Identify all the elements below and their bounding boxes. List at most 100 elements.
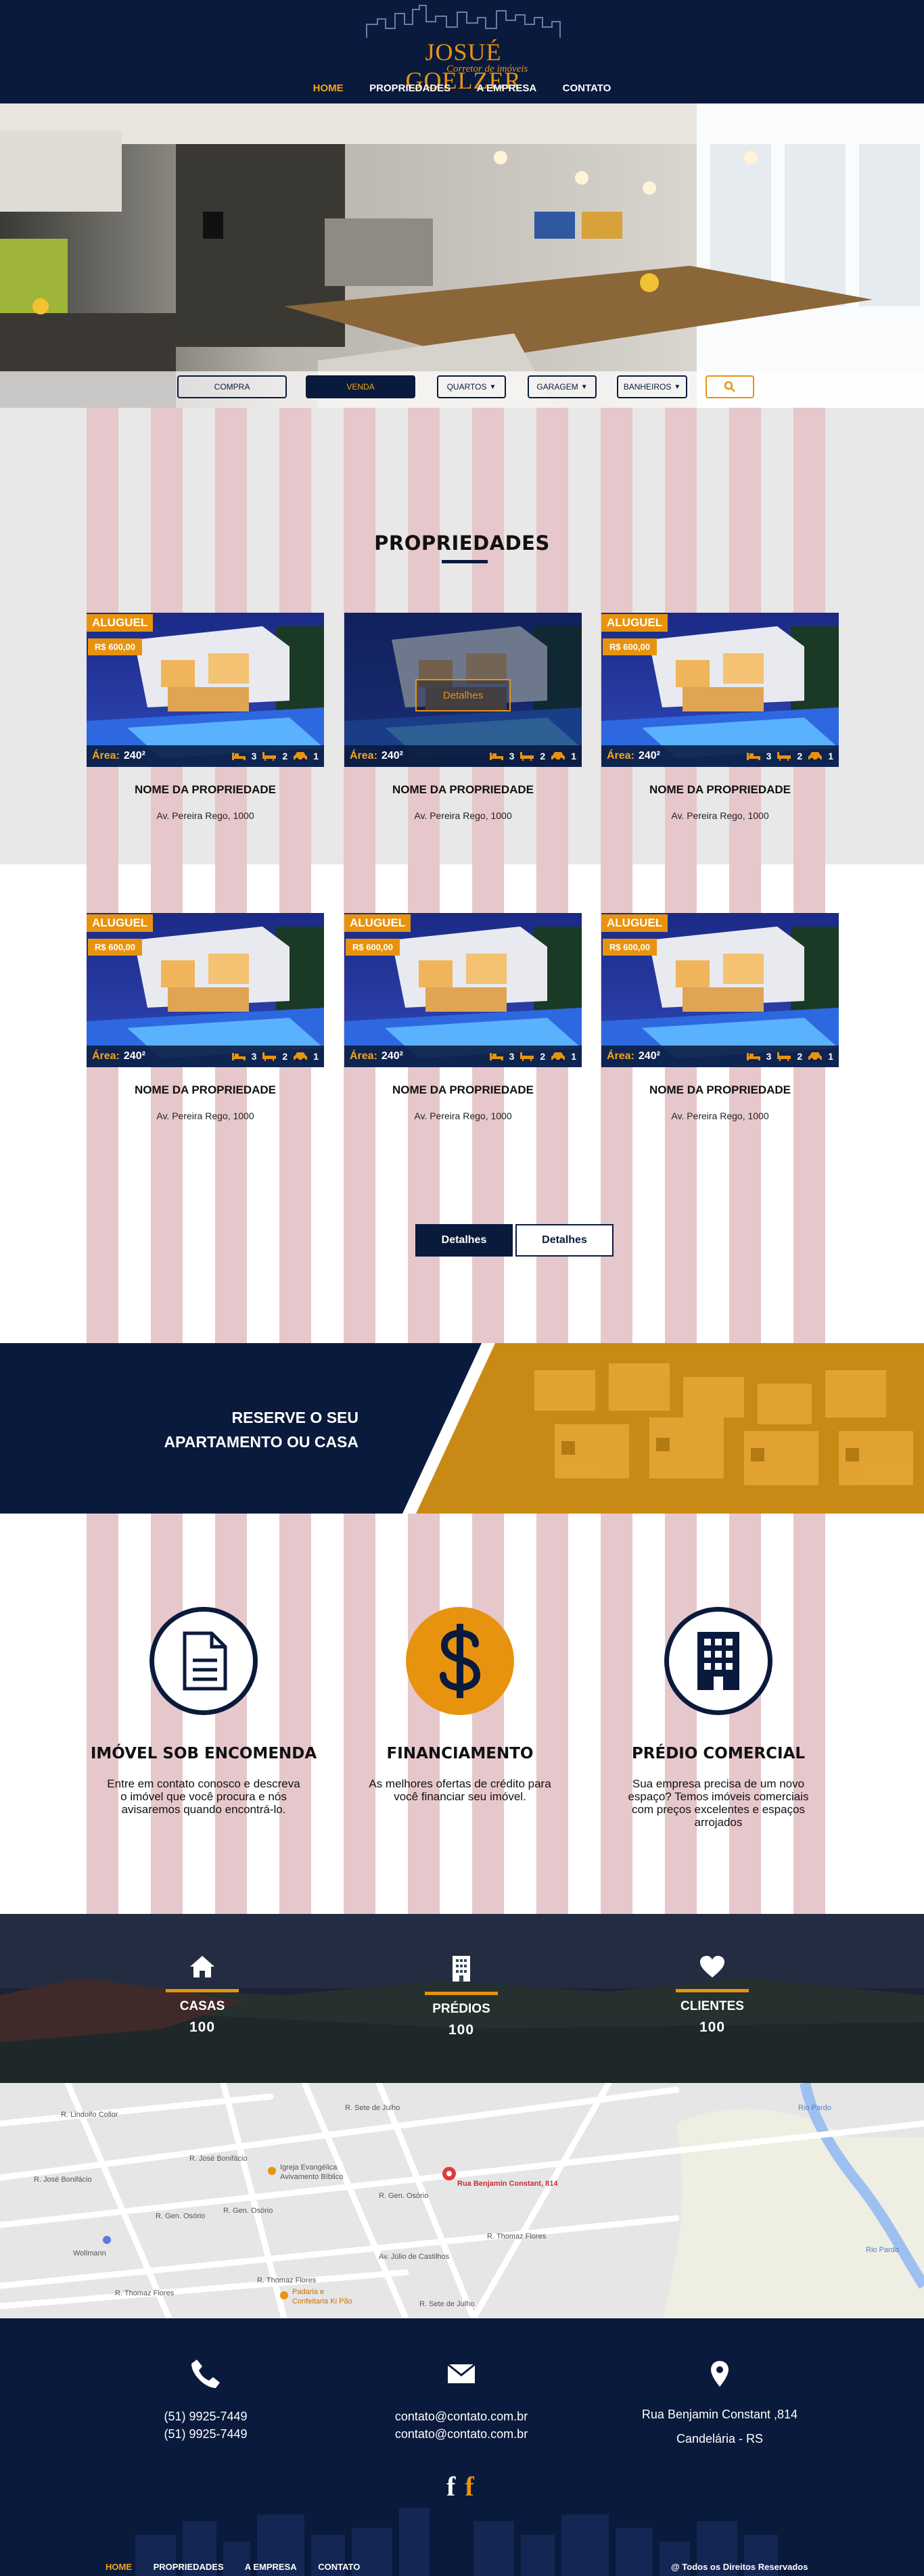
property-address: Av. Pereira Rego, 1000 — [156, 810, 254, 821]
details-button-secondary[interactable]: Detalhes — [515, 1224, 614, 1257]
footer-nav-home[interactable]: HOME — [106, 2562, 132, 2572]
feature-title: IMÓVEL SOB ENCOMENDA — [90, 1745, 317, 1762]
area-value: 240² — [381, 1050, 403, 1062]
property-image[interactable]: ALUGUEL R$ 600,00 Área: 240² 3 2 1 — [601, 613, 839, 767]
baths-count: 2 — [282, 751, 288, 762]
hero-banner: COMPRA VENDA QUARTOS ▼ GARAGEM ▼ BANHEIROS… — [0, 103, 924, 408]
bed-icon — [489, 1053, 503, 1060]
nav-contato[interactable]: CONTATO — [563, 83, 611, 94]
baths-count: 2 — [540, 1051, 546, 1062]
property-card[interactable]: ALUGUEL R$ 600,00 Área: 240² 3 2 1 NOME DA PROP… — [601, 613, 839, 829]
map-street: R. Thomaz Flores — [257, 2276, 317, 2285]
footer-address: Rua Benjamin Constant ,814 Candelária - … — [618, 2355, 821, 2451]
car-icon — [294, 752, 308, 762]
house-photo — [601, 913, 839, 1067]
beds-count: 3 — [509, 751, 515, 762]
property-image[interactable]: ALUGUEL R$ 600,00 Área: 240² 3 2 1 — [87, 913, 324, 1067]
property-info-bar: Área: 240² 3 2 1 — [601, 745, 839, 767]
property-name[interactable]: NOME DA PROPRIEDADE — [344, 783, 582, 797]
property-name[interactable]: NOME DA PROPRIEDADE — [87, 783, 324, 797]
bed-icon — [746, 753, 760, 760]
cta-text: RESERVE O SEU APARTAMENTO OU CASA — [135, 1405, 359, 1454]
footer-nav: HOME PROPRIEDADES A EMPRESA CONTATO @ To… — [0, 2559, 924, 2576]
nav-a-empresa[interactable]: A EMPRESA — [477, 83, 537, 94]
property-name[interactable]: NOME DA PROPRIEDADE — [344, 1083, 582, 1097]
property-card[interactable]: ALUGUEL R$ 600,00 Área: 240² 3 2 1 NOME DA PROP… — [87, 913, 324, 1129]
property-card[interactable]: ALUGUEL R$ 600,00 Área: 240² 3 2 1 NOME DA PROP… — [87, 613, 324, 829]
cta-banner[interactable]: RESERVE O SEU APARTAMENTO OU CASA — [0, 1343, 924, 1514]
property-name[interactable]: NOME DA PROPRIEDADE — [87, 1083, 324, 1097]
map-marker-label: Rua Benjamin Constant, 814 — [457, 2180, 558, 2188]
property-card[interactable]: Detalhes Área: 240² 3 2 1 NOME DA PROPRIEDADE A… — [344, 613, 582, 829]
bed-icon — [231, 753, 246, 760]
details-button-primary[interactable]: Detalhes — [415, 1224, 513, 1257]
facebook-icon-alt[interactable]: f — [465, 2470, 473, 2502]
property-name[interactable]: NOME DA PROPRIEDADE — [601, 783, 839, 797]
feature-desc: Sua empresa precisa de um novo espaço? T… — [628, 1777, 809, 1829]
search-bar: COMPRA VENDA QUARTOS ▼ GARAGEM ▼ BANHEIROS… — [177, 375, 754, 402]
logo[interactable]: JOSUÉ GOELZER Corretor de imóveis — [365, 4, 561, 94]
baths-count: 2 — [540, 751, 546, 762]
chevron-down-icon: ▼ — [580, 383, 588, 391]
map-canvas[interactable]: Rua Benjamin Constant, 814 R. José Bonif… — [0, 2083, 924, 2318]
banheiros-label: BANHEIROS — [623, 382, 672, 392]
beds-count: 3 — [251, 1051, 257, 1062]
car-icon — [551, 752, 565, 762]
property-image[interactable]: ALUGUEL R$ 600,00 Área: 240² 3 2 1 — [87, 613, 324, 767]
footer-nav-contato[interactable]: CONTATO — [318, 2562, 360, 2572]
property-card[interactable]: ALUGUEL R$ 600,00 Área: 240² 3 2 1 NOME DA PROP… — [601, 913, 839, 1129]
property-info-bar: Área: 240² 3 2 1 — [601, 1046, 839, 1067]
banheiros-select[interactable]: BANHEIROS ▼ — [617, 375, 687, 398]
property-name[interactable]: NOME DA PROPRIEDADE — [601, 1083, 839, 1097]
quartos-label: QUARTOS — [446, 382, 487, 392]
feature-title: PRÉDIO COMERCIAL — [631, 1745, 806, 1762]
cars-count: 1 — [313, 751, 319, 762]
location-map[interactable]: Rua Benjamin Constant, 814 R. José Bonif… — [0, 2083, 924, 2318]
property-card[interactable]: ALUGUEL R$ 600,00 Área: 240² 3 2 1 NOME DA PROP… — [344, 913, 582, 1129]
area-value: 240² — [123, 750, 145, 762]
search-button[interactable] — [706, 375, 754, 398]
baths-count: 2 — [797, 1051, 803, 1062]
listing-type-badge: ALUGUEL — [601, 914, 668, 932]
phone-2[interactable]: (51) 9925-7449 — [104, 2425, 307, 2443]
bathtub-icon — [520, 1052, 534, 1061]
bathtub-icon — [520, 752, 534, 761]
brand-subtitle: Corretor de imóveis — [446, 64, 528, 74]
details-button[interactable]: Detalhes — [415, 679, 511, 711]
bed-icon — [231, 1053, 246, 1060]
footer-nav-propriedades[interactable]: PROPRIEDADES — [154, 2562, 224, 2572]
property-address: Av. Pereira Rego, 1000 — [671, 810, 769, 821]
property-image[interactable]: ALUGUEL R$ 600,00 Área: 240² 3 2 1 — [344, 913, 582, 1067]
venda-button[interactable]: VENDA — [306, 375, 415, 398]
map-street: R. Lindolfo Collor — [61, 2111, 118, 2119]
copyright: @ Todos os Direitos Reservados — [671, 2562, 808, 2572]
property-info-bar: Área: 240² 3 2 1 — [344, 1046, 582, 1067]
cars-count: 1 — [313, 1051, 319, 1062]
area-label: Área: — [350, 750, 377, 762]
nav-propriedades[interactable]: PROPRIEDADES — [369, 83, 451, 94]
quartos-select[interactable]: QUARTOS ▼ — [437, 375, 506, 398]
price-badge: R$ 600,00 — [346, 939, 400, 956]
property-image[interactable]: ALUGUEL R$ 600,00 Área: 240² 3 2 1 — [601, 913, 839, 1067]
facebook-icon[interactable]: f — [446, 2470, 455, 2502]
compra-button[interactable]: COMPRA — [177, 375, 287, 398]
chevron-down-icon: ▼ — [674, 383, 681, 391]
property-image[interactable]: Detalhes Área: 240² 3 2 1 — [344, 613, 582, 767]
property-address: Av. Pereira Rego, 1000 — [671, 1110, 769, 1121]
car-icon — [294, 1052, 308, 1062]
area-value: 240² — [381, 750, 403, 762]
footer-nav-a-empresa[interactable]: A EMPRESA — [245, 2562, 297, 2572]
garagem-select[interactable]: GARAGEM ▼ — [528, 375, 597, 398]
beds-count: 3 — [509, 1051, 515, 1062]
document-icon — [183, 1631, 227, 1691]
feature-desc: Entre em contato conosco e descreva o im… — [107, 1777, 300, 1816]
car-icon — [551, 1052, 565, 1062]
email-1[interactable]: contato@contato.com.br — [360, 2408, 563, 2425]
bed-icon — [489, 753, 503, 760]
stat-underline — [425, 1992, 498, 1995]
phone-1[interactable]: (51) 9925-7449 — [104, 2408, 307, 2425]
bathtub-icon — [777, 752, 791, 761]
feature-desc: As melhores ofertas de crédito para você… — [369, 1777, 551, 1803]
nav-home[interactable]: HOME — [313, 83, 344, 94]
email-2[interactable]: contato@contato.com.br — [360, 2425, 563, 2443]
